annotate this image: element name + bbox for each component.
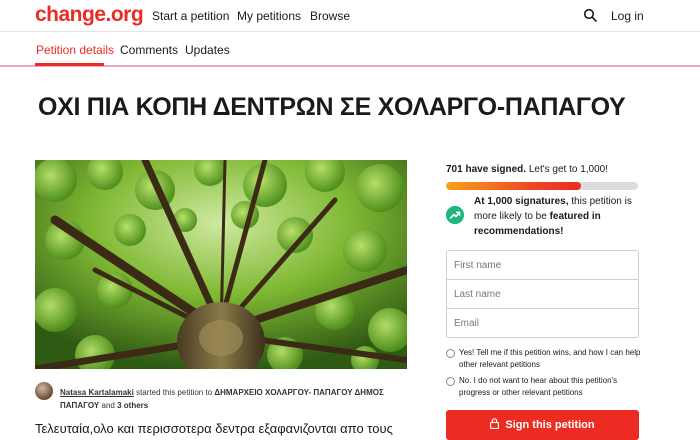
first-name-input[interactable] <box>446 250 639 280</box>
opt-in-no-radio[interactable] <box>446 377 455 386</box>
other-targets-link[interactable]: 3 others <box>117 401 148 410</box>
opt-in-yes-label[interactable]: Yes! Tell me if this petition wins, and … <box>459 347 644 371</box>
sign-petition-label: Sign this petition <box>505 419 595 431</box>
trending-up-icon <box>446 206 464 224</box>
petition-body: Τελευταία,ολο και περισσοτερα δεντρα εξα… <box>35 421 393 436</box>
nav-my-petitions[interactable]: My petitions <box>237 9 301 23</box>
signature-count: 701 have signed. Let's get to 1,000! <box>446 164 608 175</box>
change-org-logo[interactable]: change.org <box>35 3 144 27</box>
signed-goal-text: Let's get to 1,000! <box>528 164 609 175</box>
email-input[interactable] <box>446 308 639 338</box>
active-tab-indicator <box>35 63 104 66</box>
opt-in-no-label[interactable]: No. I do not want to hear about this pet… <box>459 375 644 399</box>
petition-starter-info: Natasa Kartalamaki started this petition… <box>60 386 405 412</box>
lock-icon <box>490 418 500 429</box>
starter-and-text: and <box>101 401 115 410</box>
petition-image <box>35 160 407 369</box>
tab-updates[interactable]: Updates <box>185 43 230 57</box>
tab-comments[interactable]: Comments <box>120 43 178 57</box>
starter-name-link[interactable]: Natasa Kartalamaki <box>60 388 134 397</box>
login-link[interactable]: Log in <box>611 9 644 23</box>
sign-petition-button[interactable]: Sign this petition <box>446 410 639 440</box>
rec-bold-1: At 1,000 signatures, <box>474 196 569 207</box>
petition-title: ΟΧΙ ΠΙΑ ΚΟΠΗ ΔΕΝΤΡΩΝ ΣΕ ΧΟΛΑΡΓΟ-ΠΑΠΑΓΟΥ <box>38 93 626 121</box>
tree-canopy-illustration <box>35 160 407 369</box>
top-navigation: change.org Start a petition My petitions… <box>0 0 700 32</box>
signed-count-text: 701 have signed. <box>446 164 527 175</box>
recommendation-note: At 1,000 signatures, this petition is mo… <box>474 194 642 239</box>
nav-start-petition[interactable]: Start a petition <box>152 9 229 23</box>
tab-petition-details[interactable]: Petition details <box>36 43 114 57</box>
last-name-input[interactable] <box>446 279 639 309</box>
starter-avatar[interactable] <box>35 382 53 400</box>
nav-browse[interactable]: Browse <box>310 9 350 23</box>
petition-tabs: Petition details Comments Updates <box>0 32 700 67</box>
signature-progress-bar <box>446 182 638 190</box>
starter-mid-text: started this petition to <box>136 388 213 397</box>
signature-progress-fill <box>446 182 581 190</box>
search-icon[interactable] <box>583 8 597 22</box>
opt-in-yes-radio[interactable] <box>446 349 455 358</box>
